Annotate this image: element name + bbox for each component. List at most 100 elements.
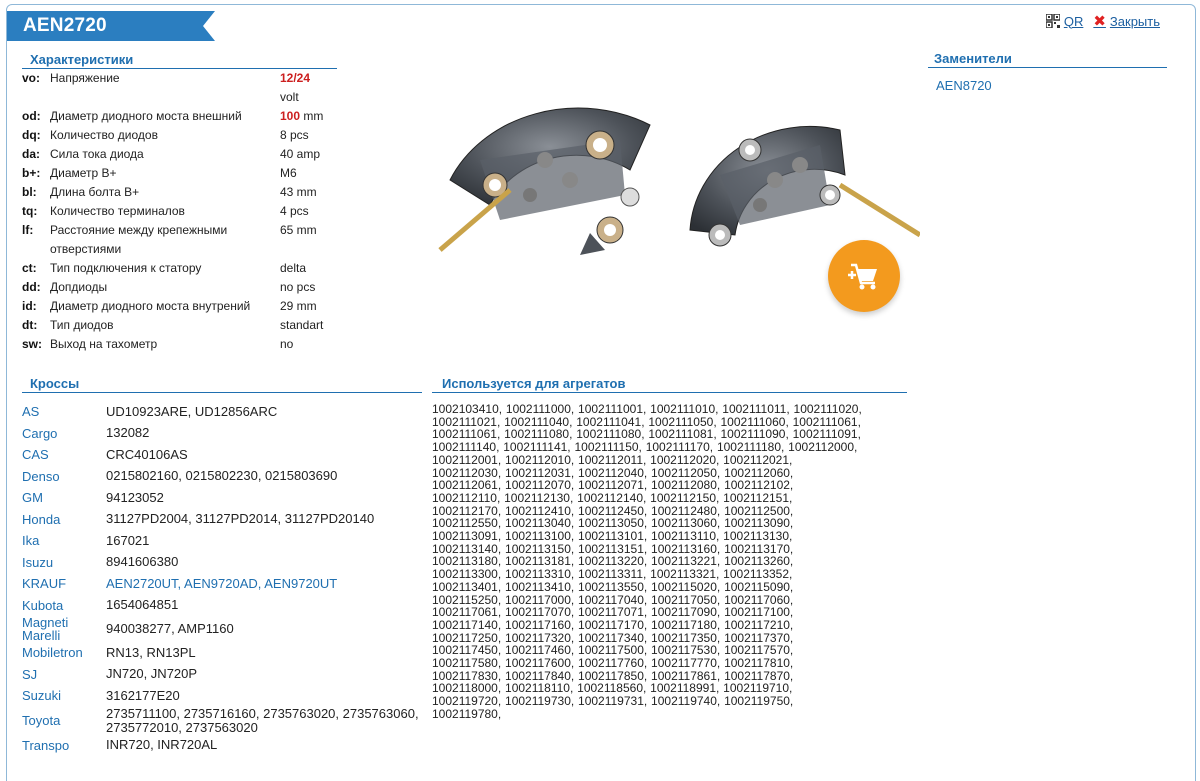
spec-code: bl: <box>22 185 37 199</box>
cross-numbers: 940038277, AMP1160 <box>106 621 234 636</box>
qr-label: QR <box>1063 13 1084 29</box>
cross-row: Honda 31127PD2004, 31127PD2014, 31127PD20… <box>22 509 422 531</box>
spec-value: 43 mm <box>280 185 317 199</box>
cross-brand-link[interactable]: Denso <box>22 470 106 483</box>
cross-numbers: 132082 <box>106 425 150 441</box>
cross-brand-link[interactable]: SJ <box>22 668 106 681</box>
spec-code: vo: <box>22 71 40 85</box>
cross-numbers: 0215802160, 0215802230, 0215803690 <box>106 468 338 484</box>
cross-brand-link[interactable]: Mobiletron <box>22 646 106 659</box>
spec-name: Выход на тахометр <box>50 337 158 351</box>
spec-code: b+: <box>22 166 41 180</box>
close-link[interactable]: ✖ Закрыть <box>1093 12 1160 30</box>
spec-value-cell: 40 amp <box>280 145 342 164</box>
cross-brand-link[interactable]: Suzuki <box>22 689 106 702</box>
cross-brand-link[interactable]: Ika <box>22 534 106 547</box>
cross-brand-link[interactable]: Toyota <box>22 714 106 727</box>
spec-value: standart <box>280 318 324 332</box>
spec-row: od: Диаметр диодного моста внешний 100 mm <box>22 107 342 126</box>
cross-brand-link[interactable]: Cargo <box>22 427 106 440</box>
cross-numbers: 2735711100, 2735716160, 2735763020, 2735… <box>106 705 419 735</box>
qr-link[interactable]: QR <box>1045 13 1084 29</box>
cross-numbers: RN13, RN13PL <box>106 644 196 660</box>
top-links: QR ✖ Закрыть <box>1045 12 1160 30</box>
spec-value: 40 amp <box>280 147 321 161</box>
spec-value: no pcs <box>280 280 316 294</box>
substitutes-heading: Заменители <box>928 51 1167 68</box>
spec-name: Тип диодов <box>50 318 114 332</box>
spec-row: da: Сила тока диода 40 amp <box>22 145 342 164</box>
spec-name: Расстояние между крепежными отверстиями <box>50 223 228 256</box>
spec-value-cell: no <box>280 335 342 354</box>
spec-code: tq: <box>22 204 38 218</box>
spec-value: 8 pcs <box>280 128 309 142</box>
cross-row: CAS CRC40106AS <box>22 444 422 466</box>
cross-numbers: JN720, JN720P <box>106 666 198 682</box>
spec-row: dd: Допдиоды no pcs <box>22 278 342 297</box>
cross-row: Cargo 132082 <box>22 423 422 445</box>
cross-brand-link[interactable]: GM <box>22 491 106 504</box>
spec-code: dq: <box>22 128 41 142</box>
substitute-link[interactable]: AEN8720 <box>936 78 992 93</box>
product-title: AEN2720 <box>7 11 215 41</box>
cross-row: GM 94123052 <box>22 487 422 509</box>
spec-code: od: <box>22 109 41 123</box>
cross-row: Suzuki 3162177E20 <box>22 685 422 707</box>
spec-name: Допдиоды <box>50 280 108 294</box>
cross-brand-link[interactable]: Isuzu <box>22 556 106 569</box>
specs-table: vo: Напряжение 12/24 volt od: Диаметр диодног… <box>22 69 342 354</box>
cross-row: Isuzu 8941606380 <box>22 552 422 574</box>
cross-row: AS UD10923ARE, UD12856ARC <box>22 401 422 423</box>
cross-row: Ika 167021 <box>22 530 422 552</box>
cross-numbers: 3162177E20 <box>106 687 180 703</box>
spec-name: Количество диодов <box>50 128 158 142</box>
spec-name <box>50 88 280 107</box>
spec-code: da: <box>22 147 40 161</box>
spec-value: 100 <box>280 109 301 123</box>
spec-code: dd: <box>22 280 41 294</box>
spec-code <box>22 88 50 107</box>
spec-value-cell: 8 pcs <box>280 126 342 145</box>
spec-value-cell: 12/24 <box>280 69 342 88</box>
used-for-list: 1002103410, 1002111000, 1002111001, 1002… <box>432 402 862 721</box>
spec-code: sw: <box>22 337 43 351</box>
spec-unit: volt <box>280 90 299 104</box>
spec-name: Напряжение <box>50 71 120 85</box>
spec-value: delta <box>280 261 307 275</box>
cross-brand-link[interactable]: Magneti Marelli <box>22 616 106 642</box>
spec-value-cell: 4 pcs <box>280 202 342 221</box>
add-to-cart-button[interactable] <box>828 240 900 312</box>
cross-row: SJ JN720, JN720P <box>22 664 422 686</box>
cross-brand-link[interactable]: CAS <box>22 448 106 461</box>
spec-name: Диаметр диодного моста внешний <box>50 109 242 123</box>
spec-value-cell: 100 mm <box>280 107 342 126</box>
spec-value: 65 mm <box>280 223 317 237</box>
spec-value-cell: standart <box>280 316 342 335</box>
spec-row: sw: Выход на тахометр no <box>22 335 342 354</box>
cross-heading: Кроссы <box>22 376 422 393</box>
spec-code: lf: <box>22 223 34 237</box>
spec-name: Количество терминалов <box>50 204 185 218</box>
spec-value-cell: no pcs <box>280 278 342 297</box>
cross-brand-link[interactable]: AS <box>22 405 106 418</box>
cross-brand-link[interactable]: KRAUF <box>22 577 106 590</box>
cross-brand-link[interactable]: Transpo <box>22 739 106 752</box>
cart-add-icon <box>848 263 877 290</box>
cross-row: Mobiletron RN13, RN13PL <box>22 642 422 664</box>
cross-numbers: CRC40106AS <box>106 446 188 462</box>
spec-row: dt: Тип диодов standart <box>22 316 342 335</box>
spec-name: Сила тока диода <box>50 147 144 161</box>
cross-brand-link[interactable]: Kubota <box>22 599 106 612</box>
cross-numbers: 8941606380 <box>106 554 179 570</box>
qr-icon <box>1045 14 1060 28</box>
spec-name: Длина болта B+ <box>50 185 140 199</box>
cross-numbers: 94123052 <box>106 489 164 505</box>
cross-brand-link[interactable]: Honda <box>22 513 106 526</box>
spec-code: dt: <box>22 318 38 332</box>
used-for-heading: Используется для агрегатов <box>432 376 907 393</box>
spec-value: 29 mm <box>280 299 317 313</box>
spec-unit: mm <box>300 109 324 123</box>
spec-row: tq: Количество терминалов 4 pcs <box>22 202 342 221</box>
spec-value-cell: 65 mm <box>280 221 342 259</box>
cross-numbers[interactable]: AEN2720UT, AEN9720AD, AEN9720UT <box>106 576 422 591</box>
